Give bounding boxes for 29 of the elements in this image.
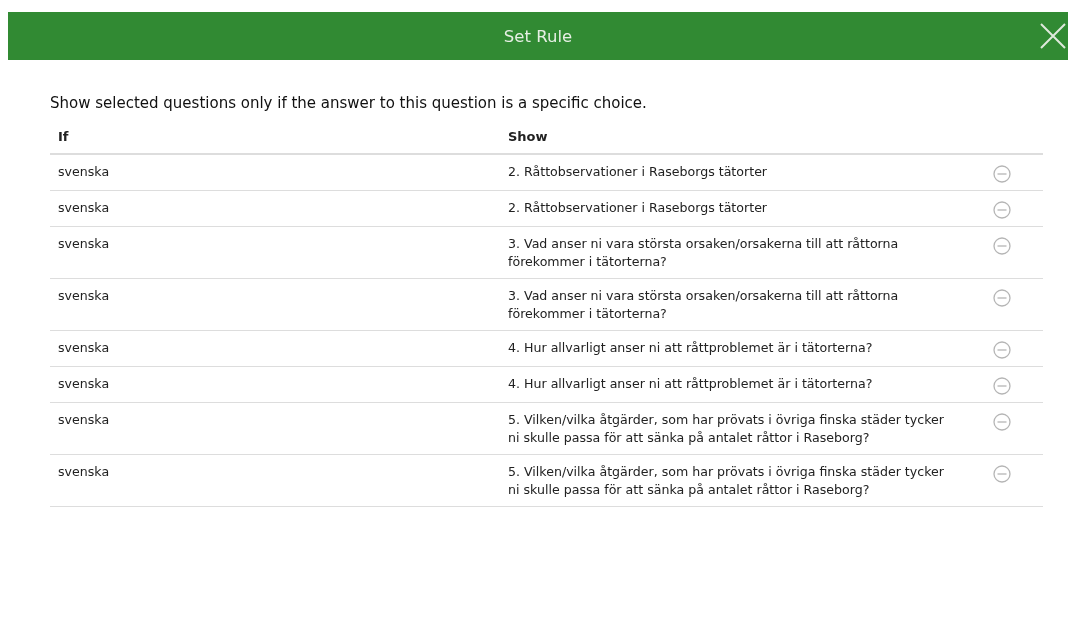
instruction-text: Show selected questions only if the answer to this question is a specific choice.: [50, 94, 648, 112]
table-cell-text: 5. Vilken/vilka åtgärder, som har prövats i övriga finska städer tycker ni skulle passa för att sänka på antalet råttor i Raseborg?: [508, 411, 945, 447]
column-header: If: [57, 128, 69, 146]
table-cell-text: svenska: [57, 375, 110, 393]
remove-icon[interactable]: [993, 201, 1011, 219]
table-cell-text: 3. Vad anser ni vara största orsaken/orsakerna till att råttorna förekommer i tätorterna?: [508, 287, 900, 323]
remove-icon[interactable]: [993, 289, 1011, 307]
table-cell-text: 2. Råttobservationer i Raseborgs tätorter: [508, 163, 769, 181]
table-cell-text: svenska: [57, 287, 110, 305]
table-cell-text: svenska: [57, 411, 110, 429]
table-cell-text: 2. Råttobservationer i Raseborgs tätorter: [508, 199, 769, 217]
table-cell-text: svenska: [57, 463, 110, 481]
dialog-title: Set Rule: [503, 26, 573, 46]
remove-icon[interactable]: [993, 377, 1011, 395]
remove-icon[interactable]: [993, 237, 1011, 255]
table-cell-text: svenska: [57, 235, 110, 253]
column-header: Show: [508, 128, 549, 146]
remove-icon[interactable]: [993, 413, 1011, 431]
table-cell-text: 5. Vilken/vilka åtgärder, som har prövats i övriga finska städer tycker ni skulle passa för att sänka på antalet råttor i Raseborg?: [508, 463, 945, 499]
table-cell-text: svenska: [57, 199, 110, 217]
remove-icon[interactable]: [993, 341, 1011, 359]
remove-icon[interactable]: [993, 165, 1011, 183]
table-cell-text: 4. Hur allvarligt anser ni att råttproblemet är i tätorterna?: [508, 375, 874, 393]
remove-icon[interactable]: [993, 465, 1011, 483]
close-icon[interactable]: [1040, 23, 1066, 49]
table-cell-text: 4. Hur allvarligt anser ni att råttproblemet är i tätorterna?: [508, 339, 874, 357]
table-cell-text: svenska: [57, 339, 110, 357]
table-cell-text: svenska: [57, 163, 110, 181]
table-cell-text: 3. Vad anser ni vara största orsaken/orsakerna till att råttorna förekommer i tätorterna?: [508, 235, 900, 271]
